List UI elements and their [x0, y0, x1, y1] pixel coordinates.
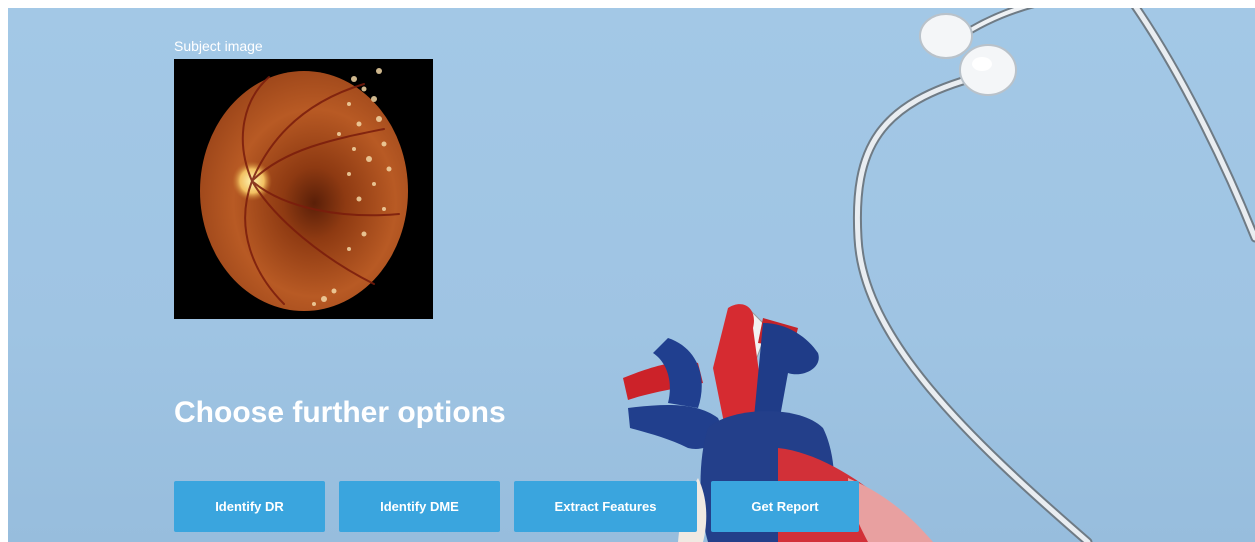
hero-section: Subject image Choose further options Ide…: [8, 8, 1255, 542]
identify-dme-button[interactable]: Identify DME: [339, 481, 500, 532]
subject-image: [174, 59, 433, 319]
subject-image-label: Subject image: [174, 38, 263, 54]
retinal-fundus-image: [174, 59, 433, 319]
identify-dr-button[interactable]: Identify DR: [174, 481, 325, 532]
choose-options-heading: Choose further options: [174, 396, 506, 429]
extract-features-button[interactable]: Extract Features: [514, 481, 697, 532]
get-report-button[interactable]: Get Report: [711, 481, 859, 532]
stethoscope-icon: [852, 8, 1255, 542]
